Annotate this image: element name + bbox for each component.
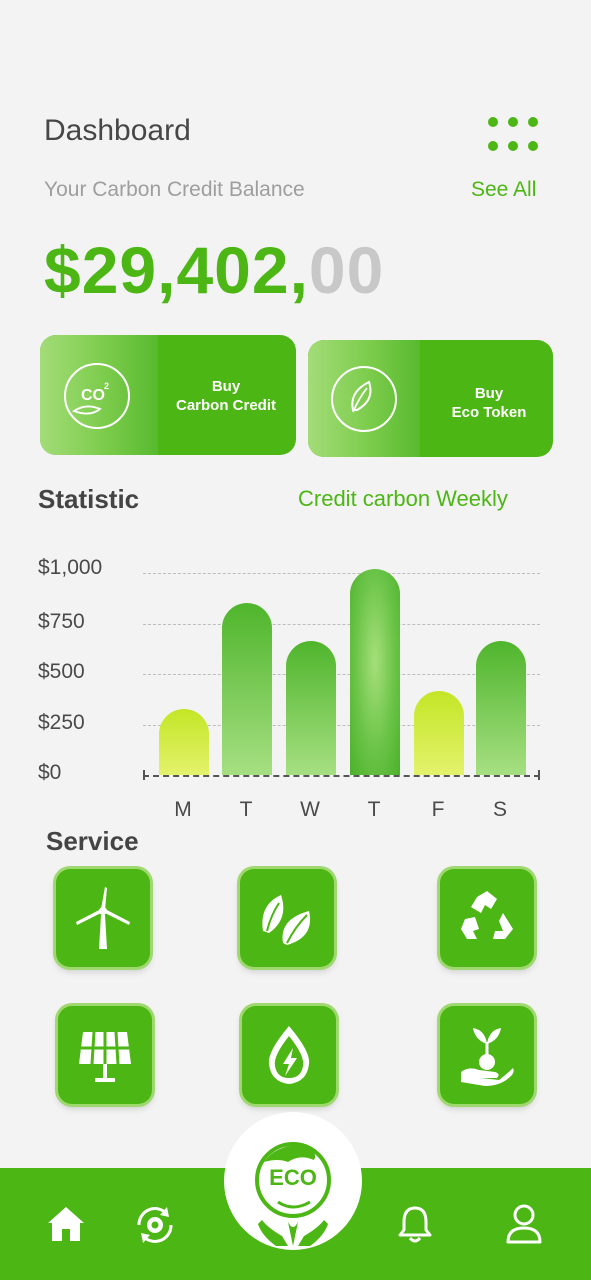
hydro-energy-service[interactable] [242,1006,336,1104]
leaves-icon [262,895,311,945]
buy-carbon-credit-button[interactable]: CO 2 Buy Carbon Credit [40,335,296,455]
balance-cents: 00 [308,233,385,307]
see-all-link[interactable]: See All [471,178,536,202]
co2-icon: CO 2 [64,363,130,429]
y-tick-label: $250 [38,710,85,734]
plant-in-hand-icon [461,1028,514,1086]
axis-end-tick [143,770,145,780]
chart-bar[interactable] [286,640,336,775]
y-tick-label: $1,000 [38,556,103,579]
water-energy-icon [268,1026,310,1084]
bell-icon[interactable] [396,1204,434,1249]
buy-carbon-label-1: Buy [211,378,241,395]
home-icon[interactable] [46,1203,86,1248]
buy-eco-token-button[interactable]: Buy Eco Token [308,340,553,457]
leaf-icon [331,366,397,432]
x-tick-label: S [492,798,507,821]
recycle-icon [461,891,513,939]
x-tick-label: F [431,798,445,821]
buy-eco-label-2: Eco Token [451,404,527,421]
eco-leaves-service[interactable] [240,869,334,967]
x-tick-label: T [367,798,381,821]
service-title: Service [46,826,139,856]
grid-menu-icon[interactable] [486,114,544,156]
chart-period-link[interactable]: Credit carbon Weekly [298,486,508,512]
balance-label: Your Carbon Credit Balance [44,178,305,201]
chart-bar[interactable] [159,709,209,775]
chart-bar[interactable] [476,640,526,775]
chart-bar[interactable] [414,691,464,775]
recycling-service[interactable] [440,869,534,967]
y-tick-label: $500 [38,660,85,683]
wind-energy-service[interactable] [56,869,150,967]
balance-amount: $29,402,00 [44,232,384,308]
balance-main: $29,402, [44,233,309,307]
statistic-title: Statistic [38,484,140,514]
svg-text:CO: CO [81,387,105,404]
buy-carbon-label-2: Carbon Credit [175,397,276,414]
page-title: Dashboard [44,114,191,147]
solar-energy-service[interactable] [58,1006,152,1104]
x-tick-label: M [174,798,192,821]
chart-bar[interactable] [222,603,272,775]
svg-text:2: 2 [104,381,109,391]
user-icon[interactable] [505,1203,543,1250]
x-axis-line [143,775,540,777]
axis-end-tick [538,770,540,780]
planting-service[interactable] [440,1006,534,1104]
grid-line [143,623,540,625]
eco-logo-text: ECO [269,1165,317,1190]
solar-panel-icon [79,1031,131,1082]
chart-bar[interactable] [350,568,400,775]
grid-line [143,573,540,574]
settings-sync-icon[interactable] [133,1203,177,1252]
eco-logo-icon [255,1142,331,1246]
x-tick-label: W [300,798,320,821]
y-tick-label: $0 [38,761,62,784]
y-tick-label: $750 [38,609,85,633]
x-tick-label: T [239,798,253,821]
wind-turbine-icon [76,887,130,949]
buy-eco-label-1: Buy [474,385,504,402]
